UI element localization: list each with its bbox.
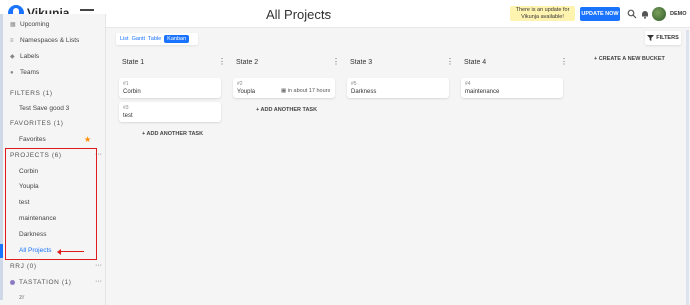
task-number: #2 (237, 81, 243, 87)
create-bucket-button[interactable]: + CREATE A NEW BUCKET (594, 56, 665, 62)
project-options-icon[interactable]: ··· (322, 8, 332, 19)
due-date-text: in about 17 hours (287, 88, 331, 94)
color-dot-icon (10, 280, 15, 285)
tab-kanban[interactable]: Kanban (164, 35, 190, 43)
update-now-button[interactable]: UPDATE NOW (580, 7, 620, 21)
add-task-button[interactable]: + ADD ANOTHER TASK (256, 107, 317, 113)
filters-button[interactable]: FILTERS (645, 31, 681, 45)
favorite-star-icon[interactable]: ★ (84, 135, 91, 144)
tab-list[interactable]: List (120, 36, 129, 42)
task-card[interactable]: #3 test (119, 102, 221, 122)
filter-icon (647, 35, 655, 41)
sidebar-item-all-projects[interactable]: All Projects (19, 247, 52, 254)
task-number: #3 (123, 105, 129, 111)
task-number: #1 (123, 81, 129, 87)
sidebar-item-youpla[interactable]: Youpla (19, 183, 39, 190)
tastation-heading[interactable]: TASTATION (1) (10, 279, 72, 286)
sidebar-item-namespaces[interactable]: ≡ Namespaces & Lists (10, 37, 79, 44)
bucket-title-4[interactable]: State 4 (464, 59, 486, 66)
avatar[interactable] (652, 7, 666, 21)
projects-heading[interactable]: PROJECTS (6) (10, 152, 62, 159)
sidebar-item-favorites[interactable]: Favorites (19, 136, 46, 143)
sidebar-item-label: Teams (20, 69, 40, 76)
sidebar-item-maintenance[interactable]: maintenance (19, 215, 56, 222)
sidebar-item-darkness[interactable]: Darkness (19, 231, 46, 238)
favorites-heading[interactable]: FAVORITES (1) (10, 120, 64, 127)
bucket-title-1[interactable]: State 1 (122, 59, 144, 66)
filters-label: FILTERS (656, 35, 679, 41)
sidebar-item-labels[interactable]: ◆ Labels (10, 53, 39, 60)
search-icon[interactable] (627, 9, 637, 19)
layers-icon: ≡ (10, 37, 14, 44)
sidebar-item-upcoming[interactable]: ▦ Upcoming (10, 21, 49, 28)
task-card[interactable]: #2 Youpla ▦ in about 17 hours (233, 78, 335, 98)
tab-gantt[interactable]: Gantt (132, 36, 145, 42)
filters-heading[interactable]: FILTERS (1) (10, 90, 53, 97)
tastation-label: TASTATION (1) (19, 279, 72, 286)
update-notice: There is an update for Vikunja available… (510, 6, 575, 21)
sidebar-item-filter[interactable]: Test Save good 3 (19, 105, 69, 112)
tab-table[interactable]: Table (148, 36, 161, 42)
sidebar-item-test[interactable]: test (19, 199, 29, 206)
sidebar-item-label: Upcoming (20, 21, 50, 28)
task-title: maintenance (465, 89, 500, 95)
task-title: Corbin (123, 89, 141, 95)
bucket-options-icon[interactable]: ⋮ (560, 57, 568, 66)
calendar-icon: ▦ (10, 21, 16, 28)
sidebar-item-label: Labels (20, 53, 40, 60)
due-date: ▦ in about 17 hours (281, 88, 330, 94)
task-title: Darkness (351, 89, 377, 95)
task-number: #4 (465, 81, 471, 87)
bucket-options-icon[interactable]: ⋮ (218, 57, 226, 66)
task-card[interactable]: #5 Darkness (347, 78, 449, 98)
users-icon: ● (10, 69, 14, 76)
sidebar-active-indicator (0, 244, 3, 258)
rrj-options-icon[interactable]: ··· (95, 262, 102, 269)
task-card[interactable]: #4 maintenance (461, 78, 563, 98)
calendar-icon: ▦ (281, 88, 287, 94)
rrj-heading[interactable]: RRJ (0) (10, 263, 37, 270)
username[interactable]: DEMO (670, 11, 687, 17)
add-task-button[interactable]: + ADD ANOTHER TASK (142, 131, 203, 137)
sidebar-item-teams[interactable]: ● Teams (10, 69, 39, 76)
tags-icon: ◆ (10, 53, 15, 60)
main-scrollbar[interactable] (686, 30, 689, 305)
task-title: test (123, 113, 133, 119)
view-switcher: List Gantt Table Kanban (116, 33, 198, 45)
sidebar-item-corbin[interactable]: Corbin (19, 168, 38, 175)
annotation-arrow (57, 248, 84, 256)
task-card[interactable]: #1 Corbin (119, 78, 221, 98)
task-number: #5 (351, 81, 357, 87)
bucket-title-3[interactable]: State 3 (350, 59, 372, 66)
tastation-options-icon[interactable]: ··· (95, 278, 102, 285)
sidebar-item-label: Namespaces & Lists (20, 37, 80, 44)
bucket-title-2[interactable]: State 2 (236, 59, 258, 66)
projects-options-icon[interactable]: ··· (95, 151, 102, 158)
bucket-options-icon[interactable]: ⋮ (446, 57, 454, 66)
bell-icon[interactable] (640, 9, 650, 19)
bucket-options-icon[interactable]: ⋮ (332, 57, 340, 66)
sidebar-item-partial[interactable]: zr (19, 294, 24, 301)
